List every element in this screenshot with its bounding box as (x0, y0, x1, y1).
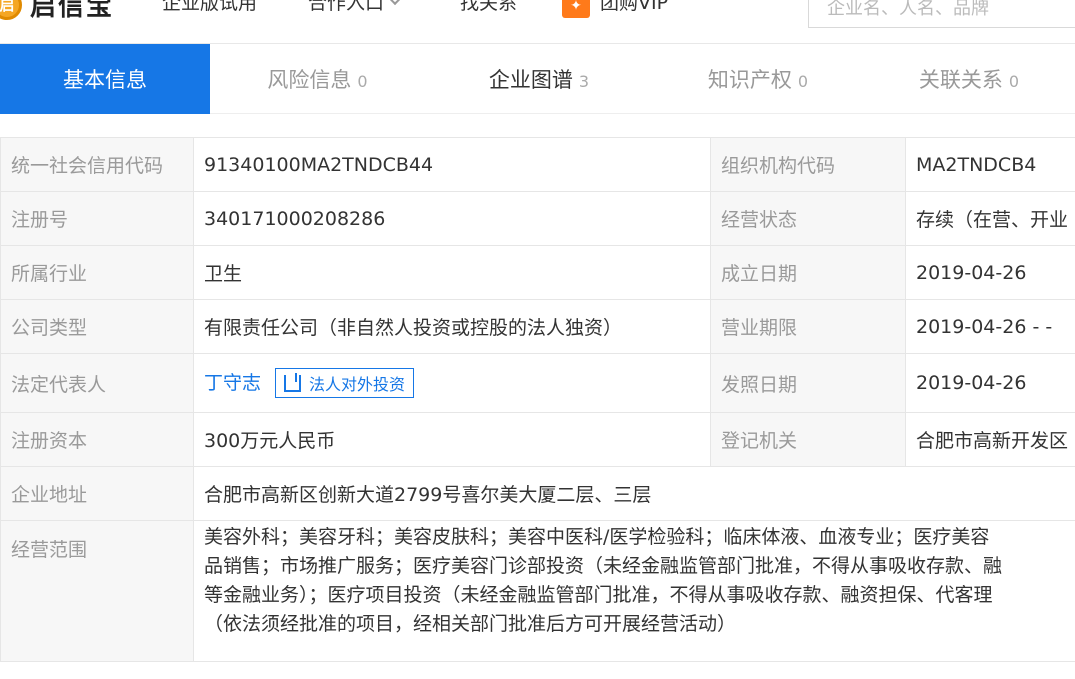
status-label: 经营状态 (710, 191, 906, 246)
legal-rep-label: 法定代表人 (0, 353, 194, 413)
table-row: 所属行业 卫生 成立日期 2019-04-26 (0, 245, 1075, 300)
industry-label: 所属行业 (0, 245, 194, 300)
nav-enterprise-trial[interactable]: 企业版试用 (162, 0, 257, 15)
tab-risk-info[interactable]: 风险信息 0 (210, 44, 425, 114)
org-code-value: MA2TNDCB4 (905, 137, 1075, 192)
scope-label: 经营范围 (0, 520, 194, 662)
issue-date-value: 2019-04-26 (905, 353, 1075, 413)
address-value: 合肥市高新区创新大道2799号喜尔美大厦二层、三层 (193, 466, 1075, 521)
term-label: 营业期限 (710, 299, 906, 354)
industry-value: 卫生 (193, 245, 711, 300)
legal-invest-button[interactable]: 法人对外投资 (275, 368, 415, 399)
scope-line: 品销售；市场推广服务；医疗美容门诊部投资（未经金融监管部门批准，不得从事吸收存款… (204, 555, 1003, 577)
reg-no-value: 340171000208286 (193, 191, 711, 246)
legal-rep-link[interactable]: 丁守志 (204, 372, 261, 394)
reg-no-label: 注册号 (0, 191, 194, 246)
legal-invest-label: 法人对外投资 (309, 375, 406, 395)
tab-label: 基本信息 (63, 68, 147, 92)
table-row: 统一社会信用代码 91340100MA2TNDCB44 组织机构代码 MA2TN… (0, 137, 1075, 192)
vip-icon: ✦ (562, 0, 590, 18)
nav-partner-label: 合作入口 (308, 0, 385, 14)
term-value: 2019-04-26 - - (905, 299, 1075, 354)
chevron-down-icon (387, 0, 403, 6)
nav-find-relations[interactable]: 找关系 (460, 0, 517, 15)
scope-line: 等金融业务）；医疗项目投资（未经金融监管部门批准，不得从事吸收存款、融资担保、代… (204, 584, 993, 606)
authority-label: 登记机关 (710, 412, 906, 467)
tab-basic-info[interactable]: 基本信息 (0, 44, 210, 114)
founded-label: 成立日期 (710, 245, 906, 300)
credit-code-label: 统一社会信用代码 (0, 137, 194, 192)
issue-date-label: 发照日期 (710, 353, 906, 413)
credit-code-value: 91340100MA2TNDCB44 (193, 137, 711, 192)
company-type-label: 公司类型 (0, 299, 194, 354)
site-logo[interactable]: 启 启信宝 (0, 0, 114, 23)
tab-label: 关联关系 (918, 68, 1003, 92)
tab-enterprise-graph[interactable]: 企业图谱 3 (425, 44, 653, 114)
company-info-table: 统一社会信用代码 91340100MA2TNDCB44 组织机构代码 MA2TN… (0, 137, 1075, 662)
scope-line: （依法须经批准的项目，经相关部门批准后方可开展经营活动） (204, 613, 737, 635)
nav-group-vip[interactable]: ✦ 团购VIP (562, 0, 669, 18)
scope-value: 美容外科；美容牙科；美容皮肤科；美容中医科/医学检验科；临床体液、血液专业；医疗… (193, 520, 1075, 662)
tab-bar: 基本信息 风险信息 0 企业图谱 3 知识产权 0 关联关系 0 (0, 44, 1075, 114)
download-icon (284, 372, 302, 392)
legal-rep-cell: 丁守志 法人对外投资 (193, 353, 711, 413)
nav-partner-entry[interactable]: 合作入口 (308, 0, 403, 15)
tab-label: 风险信息 (267, 68, 352, 92)
company-type-value: 有限责任公司（非自然人投资或控股的法人独资） (193, 299, 711, 354)
address-label: 企业地址 (0, 466, 194, 521)
tab-related-relations[interactable]: 关联关系 0 (863, 44, 1075, 114)
logo-text: 启信宝 (30, 0, 115, 22)
tab-count: 0 (357, 71, 368, 91)
top-header: 启 启信宝 企业版试用 合作入口 找关系 ✦ 团购VIP (0, 0, 1075, 44)
tab-count: 3 (578, 71, 590, 91)
table-row: 经营范围 美容外科；美容牙科；美容皮肤科；美容中医科/医学检验科；临床体液、血液… (0, 520, 1075, 662)
search-box (808, 0, 1075, 28)
capital-value: 300万元人民币 (193, 412, 711, 467)
authority-value: 合肥市高新开发区 (905, 412, 1075, 467)
tab-label: 知识产权 (707, 68, 792, 92)
tab-label: 企业图谱 (488, 68, 573, 92)
search-input[interactable] (809, 0, 1075, 27)
capital-label: 注册资本 (0, 412, 194, 467)
tab-count: 0 (1008, 71, 1020, 91)
tab-intellectual-property[interactable]: 知识产权 0 (653, 44, 863, 114)
founded-value: 2019-04-26 (905, 245, 1075, 300)
table-row: 企业地址 合肥市高新区创新大道2799号喜尔美大厦二层、三层 (0, 466, 1075, 521)
table-row: 注册号 340171000208286 经营状态 存续（在营、开业 (0, 191, 1075, 246)
table-row: 法定代表人 丁守志 法人对外投资 发照日期 2019-04-26 (0, 353, 1075, 413)
table-row: 公司类型 有限责任公司（非自然人投资或控股的法人独资） 营业期限 2019-04… (0, 299, 1075, 354)
org-code-label: 组织机构代码 (710, 137, 906, 192)
table-row: 注册资本 300万元人民币 登记机关 合肥市高新开发区 (0, 412, 1075, 467)
tab-count: 0 (797, 71, 809, 91)
scope-line: 美容外科；美容牙科；美容皮肤科；美容中医科/医学检验科；临床体液、血液专业；医疗… (204, 526, 990, 548)
nav-vip-label: 团购VIP (600, 0, 669, 14)
status-value: 存续（在营、开业 (905, 191, 1075, 246)
logo-icon: 启 (0, 0, 22, 20)
